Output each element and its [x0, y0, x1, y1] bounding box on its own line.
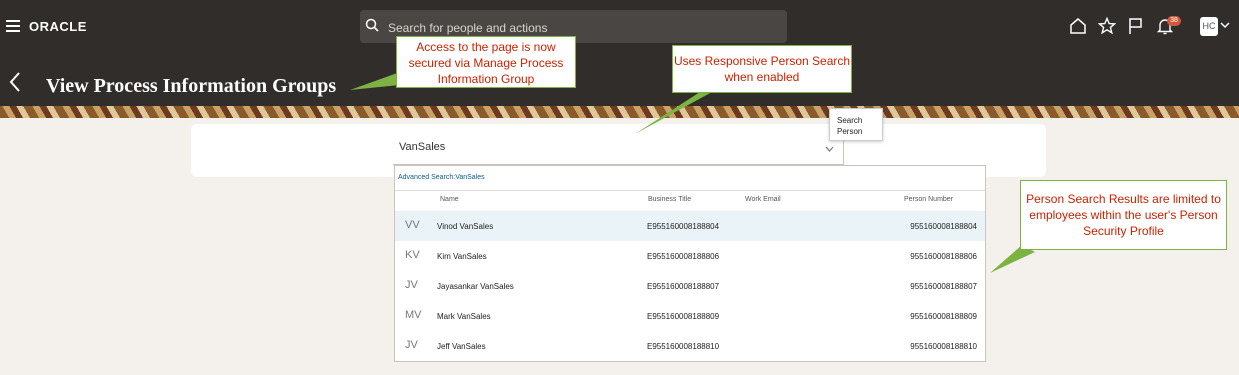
callout-search-results: Person Search Results are limited to emp…: [1020, 180, 1227, 250]
callout-responsive-search: Uses Responsive Person Search when enabl…: [672, 45, 852, 93]
callout-access: Access to the page is now secured via Ma…: [396, 36, 576, 88]
